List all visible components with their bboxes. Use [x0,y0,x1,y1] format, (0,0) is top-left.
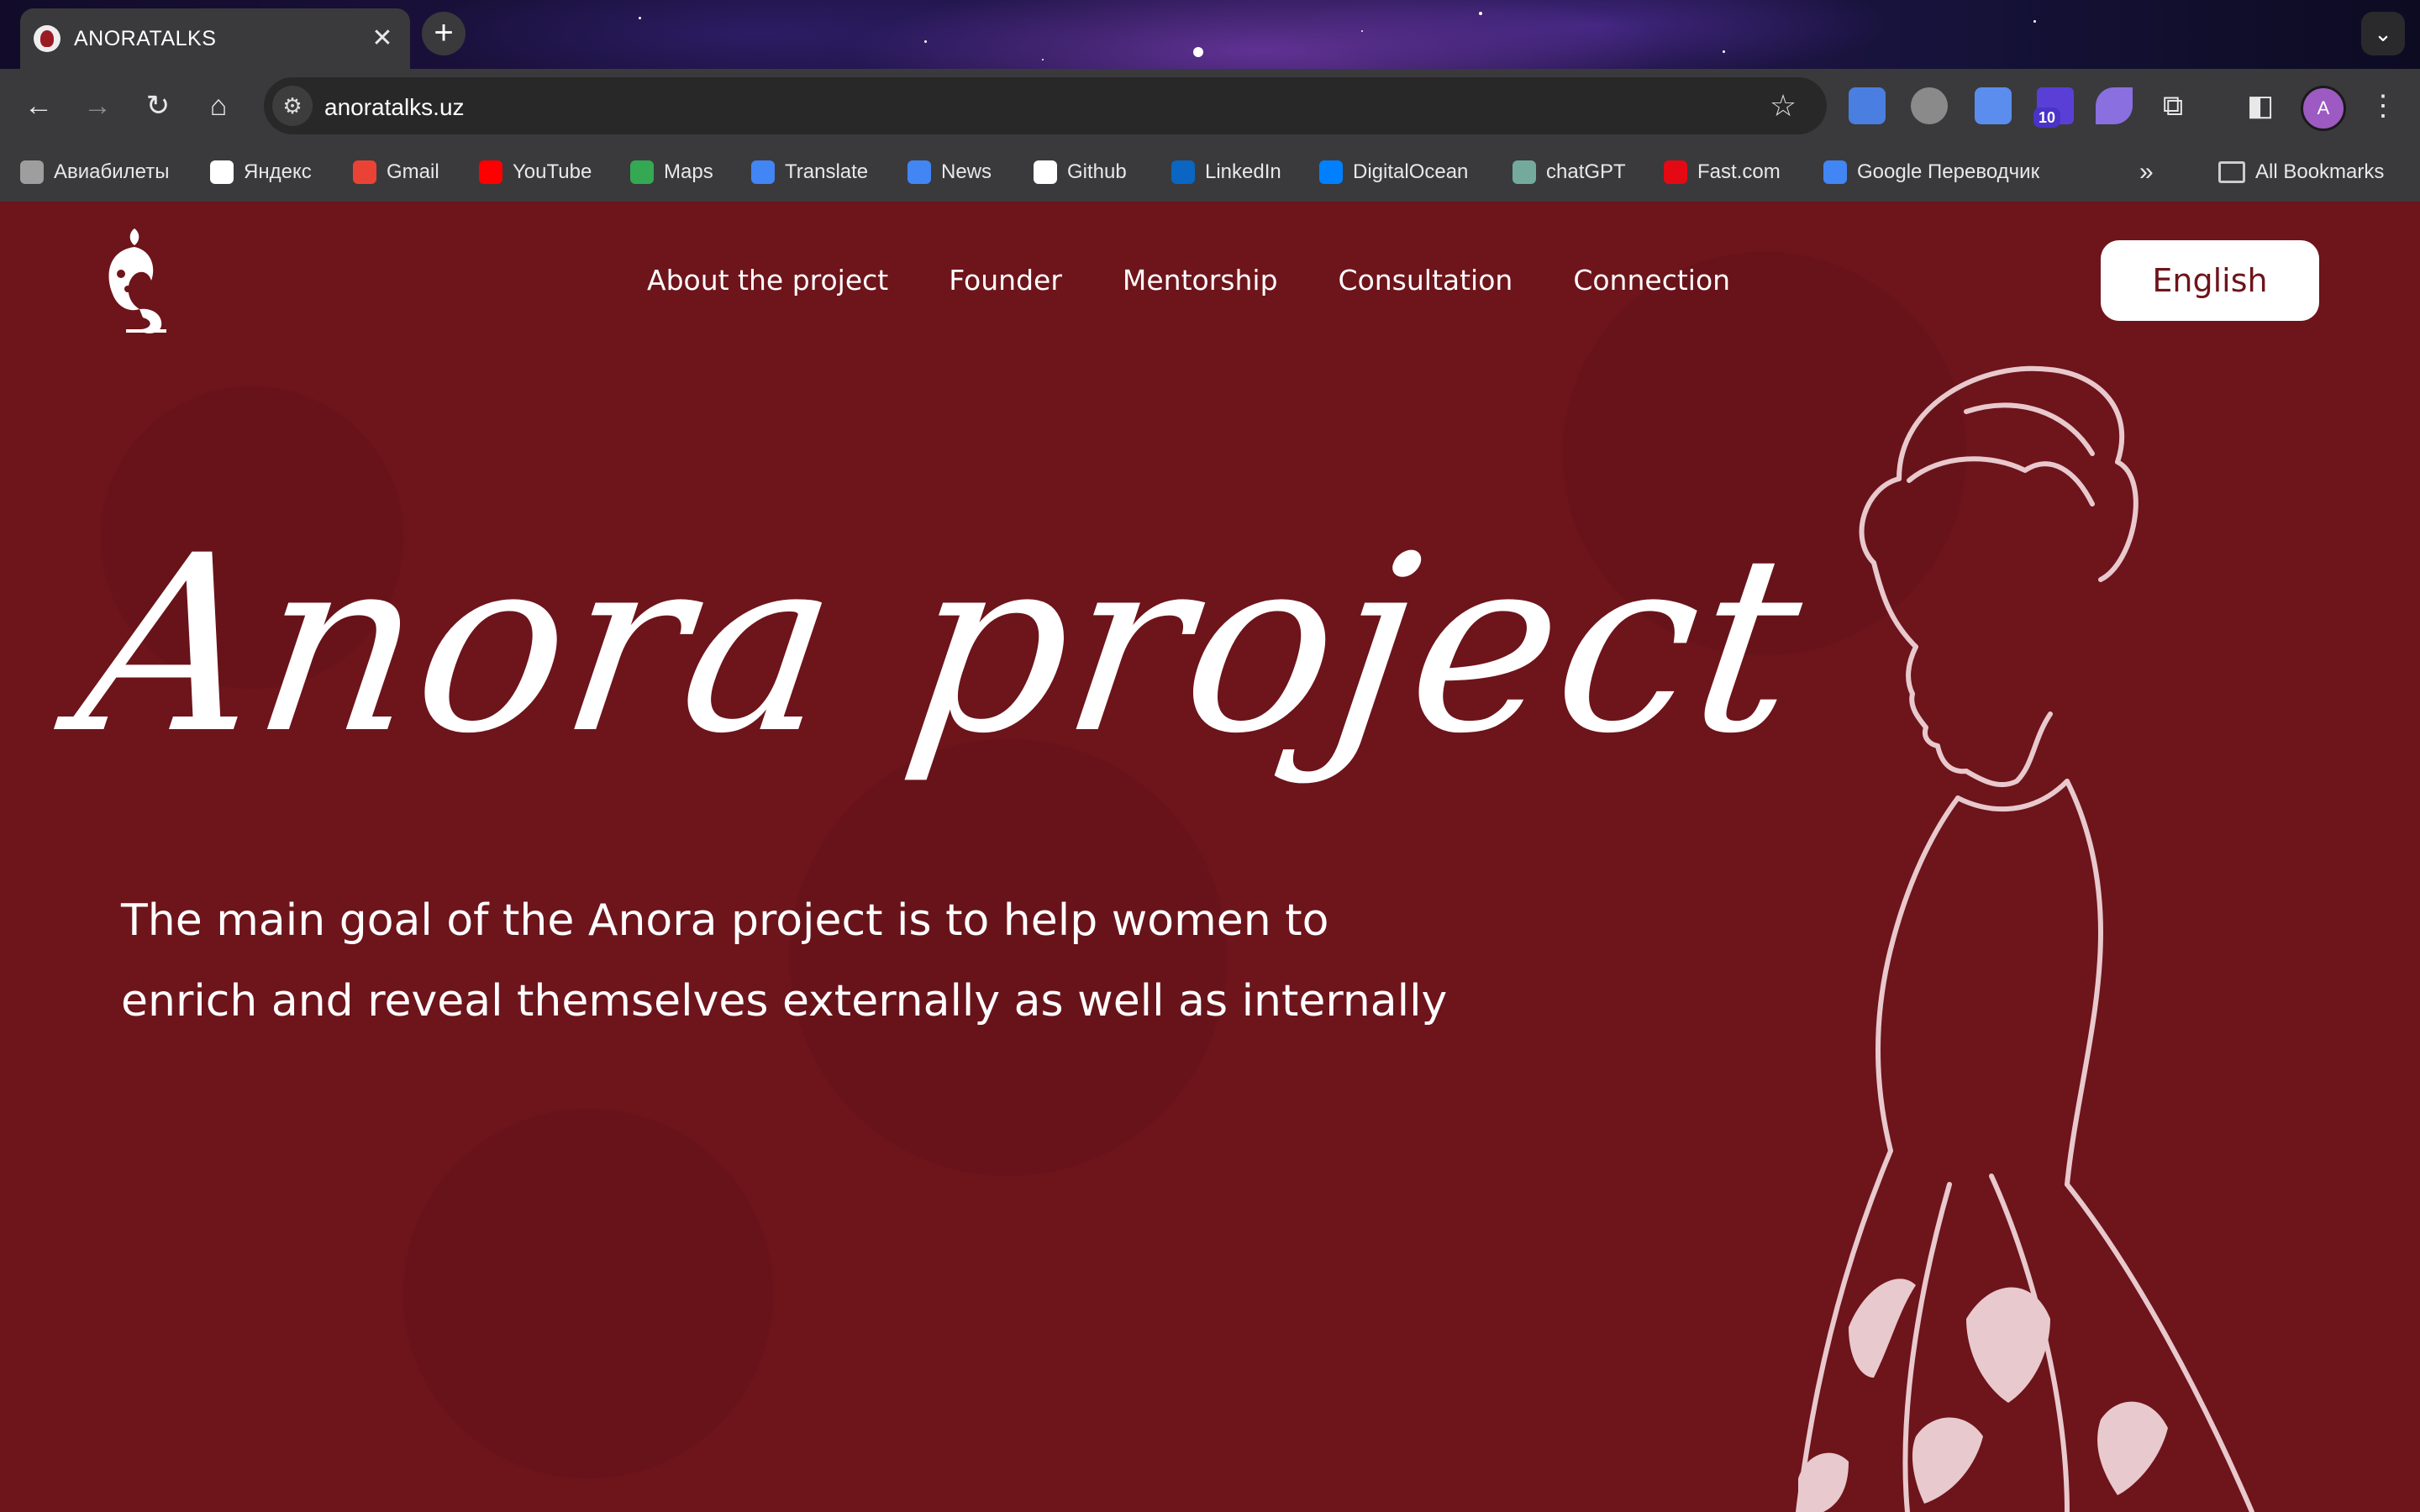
bookmark-label: LinkedIn [1205,160,1281,183]
nav-mentorship[interactable]: Mentorship [1123,264,1278,297]
background-star [2033,20,2036,23]
bookmark-label: News [941,160,992,183]
back-arrow-icon[interactable]: ← [17,84,60,128]
tab-title: ANORATALKS [74,27,217,50]
bookmark-авиабилеты[interactable]: Авиабилеты [20,158,169,186]
reload-icon[interactable]: ↻ [136,84,180,128]
chatgpt-icon [1512,160,1536,184]
anora-logo[interactable] [92,222,176,339]
forward-arrow-icon[interactable]: → [76,84,119,128]
woman-silhouette-illustration [1796,365,2254,1512]
all-bookmarks-label: All Bookmarks [2255,160,2385,183]
background-star [1042,59,1044,60]
all-bookmarks-button[interactable]: All Bookmarks [2218,158,2384,186]
tab-search-chevron-icon[interactable]: ⌄ [2361,12,2405,55]
maps-pin-icon [630,160,654,184]
bookmark-star-icon[interactable]: ☆ [1765,87,1802,124]
bookmark-translate[interactable]: Translate [751,158,868,186]
background-star [1193,47,1203,57]
bookmark-google-переводчик[interactable]: Google Переводчик [1823,158,2039,186]
feather-extension-icon[interactable] [2096,87,2133,124]
bookmarks-overflow-chevron-icon[interactable]: » [2139,158,2154,186]
news-icon [908,160,931,184]
bookmarks-bar: Авиабилеты Яндекс Gmail YouTube Maps Translat… [0,143,2420,202]
background-star [1479,12,1482,15]
github-icon [1034,160,1057,184]
bookmark-maps[interactable]: Maps [630,158,713,186]
bookmark-label: DigitalOcean [1353,160,1469,183]
background-star [924,40,927,43]
main-nav: About the project Founder Mentorship Con… [647,264,1730,297]
digitalocean-icon [1319,160,1343,184]
translate-extension-icon[interactable] [1849,87,1886,124]
browser-toolbar: ← → ↻ ⌂ ⚙ anoratalks.uz ☆ 10 ⧉ ◧ A ⋮ [0,69,2420,143]
tab-strip: ANORATALKS ✕ + ⌄ [0,0,2420,69]
bookmark-label: Github [1067,160,1127,183]
language-button[interactable]: English [2101,240,2319,321]
address-bar[interactable]: ⚙ anoratalks.uz ☆ [264,77,1827,134]
bookmark-linkedin[interactable]: LinkedIn [1171,158,1281,186]
bookmark-label: Maps [664,160,713,183]
globe-extension-icon[interactable] [1911,87,1948,124]
browser-chrome: ANORATALKS ✕ + ⌄ ← → ↻ ⌂ ⚙ anoratalks.uz… [0,0,2420,202]
bookmark-label: Google Переводчик [1857,160,2040,183]
more-menu-icon[interactable]: ⋮ [2361,84,2405,128]
background-star [639,17,641,19]
site-settings-icon[interactable]: ⚙ [272,86,313,126]
bookmark-label: Gmail [387,160,439,183]
bookmark-label: Fast.com [1697,160,1781,183]
linkedin-icon [1171,160,1195,184]
close-tab-icon[interactable]: ✕ [366,23,398,55]
profile-avatar[interactable]: A [2301,86,2346,131]
tab-favicon-icon [34,25,60,52]
nav-connection[interactable]: Connection [1573,264,1730,297]
bookmark-news[interactable]: News [908,158,992,186]
speedometer-icon [1664,160,1687,184]
youtube-icon [479,160,502,184]
new-tab-button[interactable]: + [422,12,466,55]
bookmark-github[interactable]: Github [1034,158,1127,186]
website-page: About the project Founder Mentorship Con… [0,202,2420,1512]
nav-consultation[interactable]: Consultation [1339,264,1513,297]
sparkle-icon [210,160,234,184]
nav-about-project[interactable]: About the project [647,264,888,297]
bookmark-gmail[interactable]: Gmail [353,158,439,186]
globe-icon [20,160,44,184]
bookmark-label: Авиабилеты [54,160,170,183]
hero-description: The main goal of the Anora project is to… [121,895,1448,1026]
side-panel-icon[interactable]: ◧ [2238,84,2282,128]
hero-title: Anora project [64,504,1818,787]
bookmark-label: Яндекс [244,160,312,183]
translate-icon [1823,160,1847,184]
bookmark-яндекс[interactable]: Яндекс [210,158,312,186]
bookmark-youtube[interactable]: YouTube [479,158,592,186]
bookmark-label: YouTube [513,160,592,183]
extensions-puzzle-icon[interactable]: ⧉ [2151,84,2195,128]
background-star [1723,50,1725,53]
window-extension-icon[interactable] [1975,87,2012,124]
bookmark-label: chatGPT [1546,160,1626,183]
translate-icon [751,160,775,184]
bookmark-digitalocean[interactable]: DigitalOcean [1319,158,1468,186]
bookmark-label: Translate [785,160,869,183]
home-icon[interactable]: ⌂ [197,84,240,128]
url-text[interactable]: anoratalks.uz [324,94,465,121]
browser-tab-active[interactable]: ANORATALKS ✕ [20,8,410,69]
folder-icon [2218,161,2245,183]
extension-badge: 10 [2033,108,2061,128]
bookmark-chatgpt[interactable]: chatGPT [1512,158,1626,186]
nav-founder[interactable]: Founder [949,264,1062,297]
bookmark-fast-com[interactable]: Fast.com [1664,158,1781,186]
background-star [1361,30,1363,32]
gmail-icon [353,160,376,184]
